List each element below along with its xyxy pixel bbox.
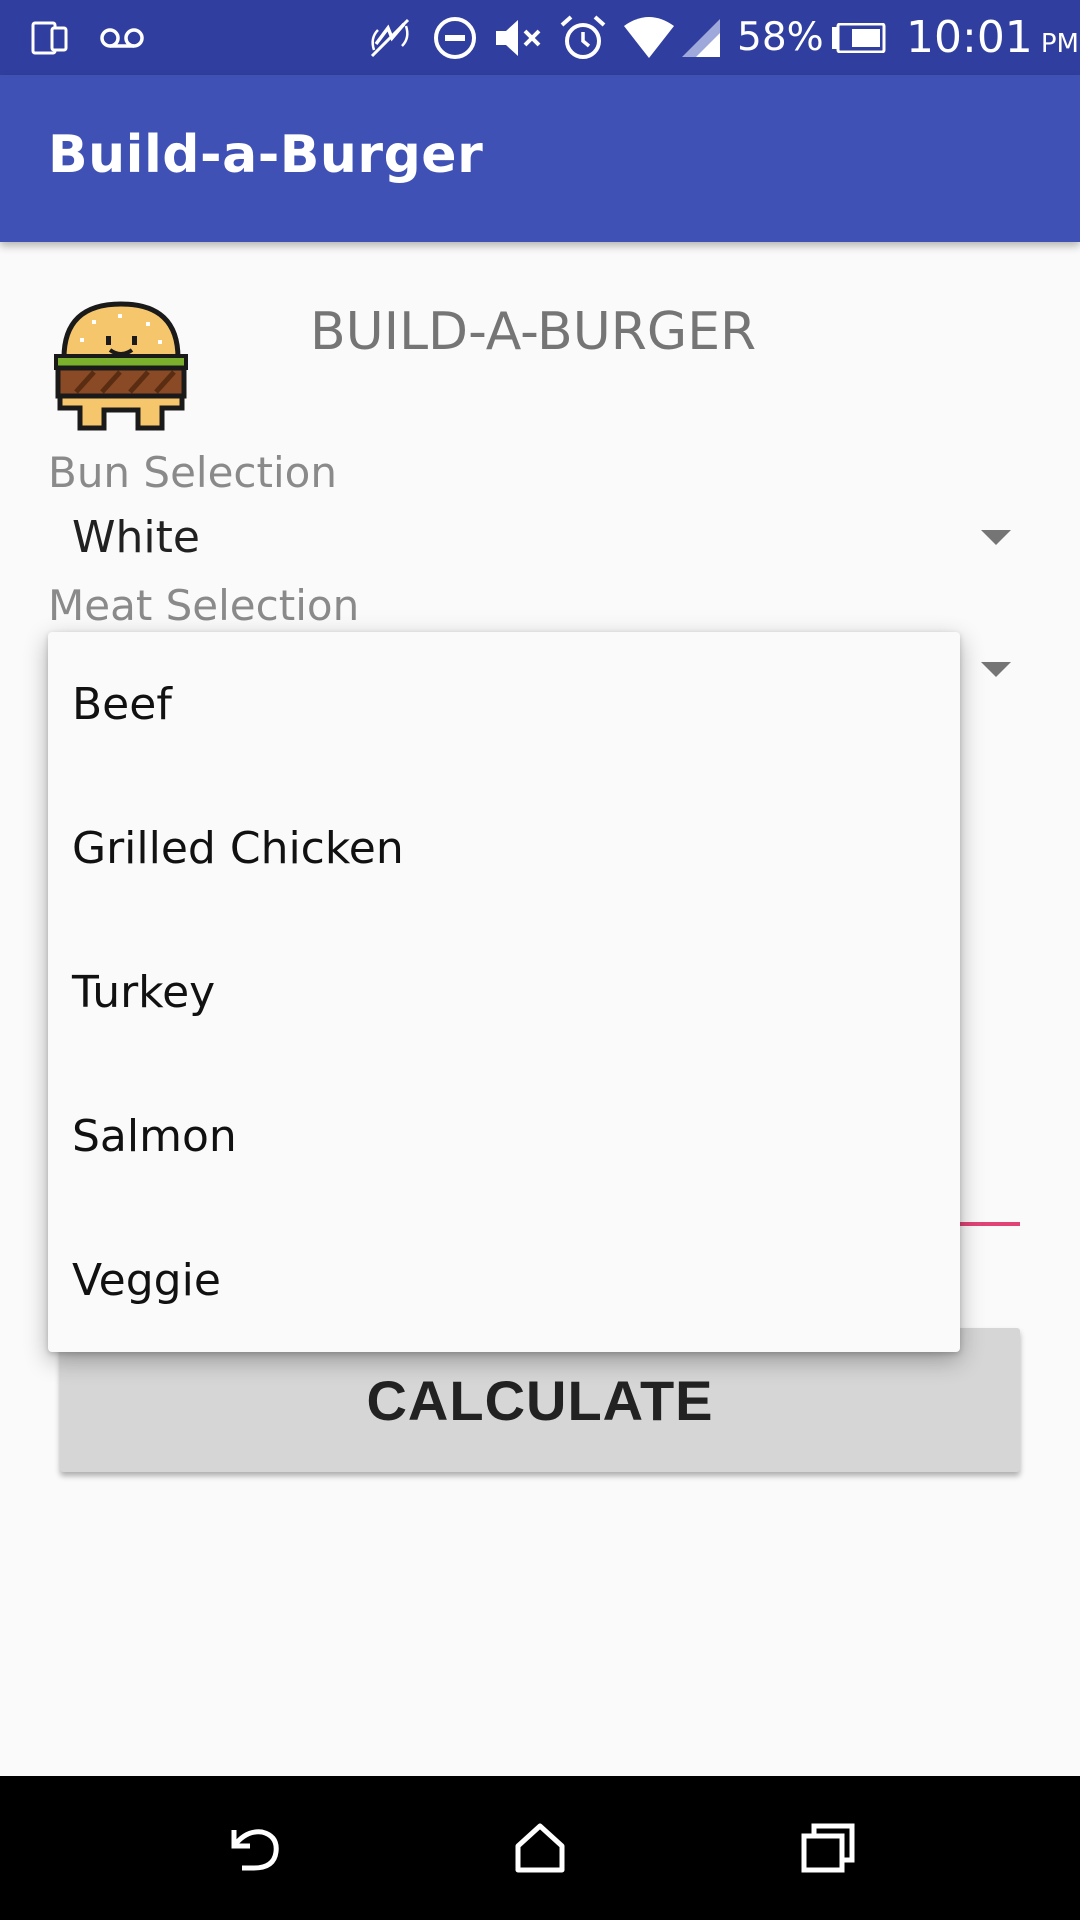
nfc-icon <box>366 0 414 75</box>
recents-icon[interactable] <box>768 1776 888 1920</box>
do-not-disturb-icon <box>432 0 478 75</box>
clock: 10:01 PM <box>906 0 1079 75</box>
dropdown-option-veggie[interactable]: Veggie <box>48 1208 960 1352</box>
bun-dropdown-arrow-icon[interactable] <box>981 530 1011 545</box>
app-title: Build-a-Burger <box>48 125 484 185</box>
page-heading: BUILD-A-BURGER <box>310 302 757 362</box>
status-bar: 58% 10:01 PM <box>0 0 1080 75</box>
text-field-underline[interactable] <box>950 1222 1020 1226</box>
bun-spinner-value[interactable]: White <box>72 512 200 563</box>
mute-icon <box>492 0 546 75</box>
back-icon[interactable] <box>194 1776 314 1920</box>
voicemail-icon <box>98 0 146 75</box>
battery-icon <box>830 0 886 75</box>
sim-card-icon <box>30 0 70 75</box>
navigation-bar <box>0 1776 1080 1920</box>
clock-ampm: PM <box>1040 28 1079 59</box>
meat-dropdown-menu: Beef Grilled Chicken Turkey Salmon Veggi… <box>48 632 960 1352</box>
wifi-icon <box>622 0 676 75</box>
dropdown-option-salmon[interactable]: Salmon <box>48 1064 960 1208</box>
dropdown-option-beef[interactable]: Beef <box>48 632 960 776</box>
battery-percent: 58% <box>737 15 824 60</box>
alarm-icon <box>558 0 608 75</box>
cell-signal-icon <box>680 0 722 75</box>
home-icon[interactable] <box>480 1776 600 1920</box>
dropdown-option-turkey[interactable]: Turkey <box>48 920 960 1064</box>
calculate-button-label: CALCULATE <box>366 1368 714 1432</box>
app-bar: Build-a-Burger <box>0 75 1080 242</box>
clock-time: 10:01 <box>906 12 1033 63</box>
meat-selection-label: Meat Selection <box>48 581 360 630</box>
burger-icon <box>50 296 192 436</box>
bun-selection-label: Bun Selection <box>48 448 337 497</box>
dropdown-option-grilled-chicken[interactable]: Grilled Chicken <box>48 776 960 920</box>
meat-dropdown-arrow-icon[interactable] <box>981 662 1011 677</box>
